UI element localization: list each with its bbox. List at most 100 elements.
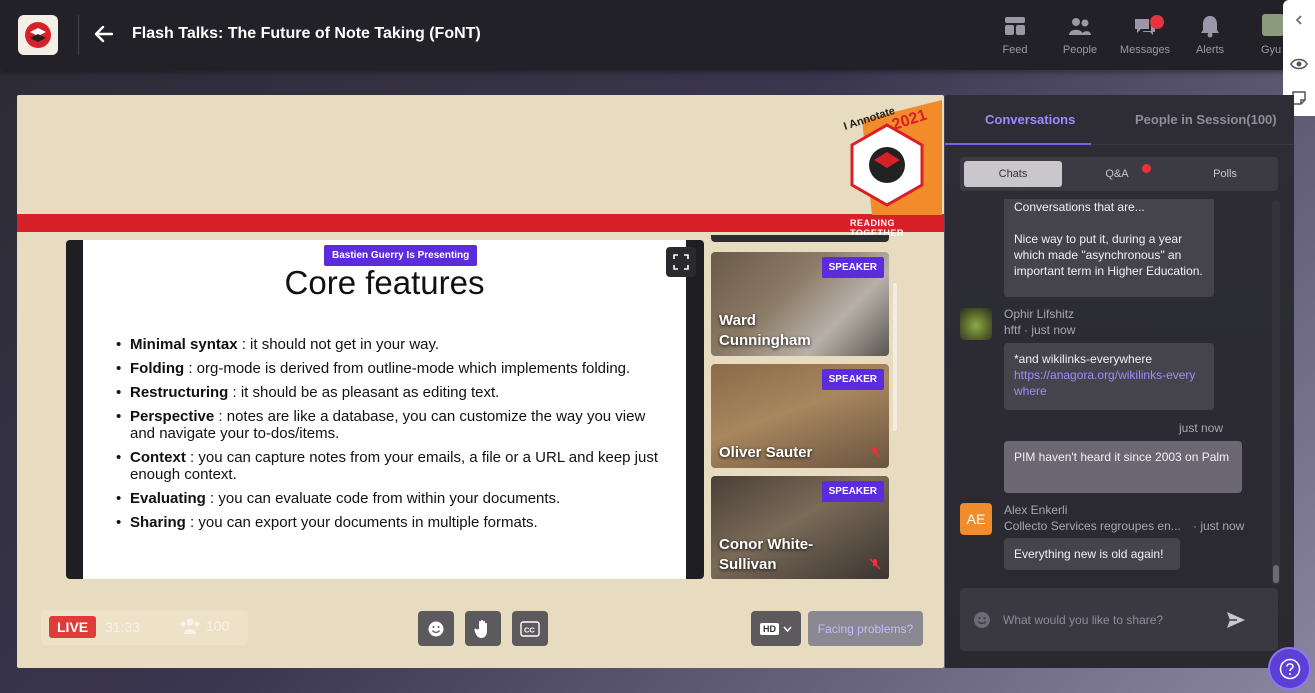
chat-time: · just now — [1193, 519, 1245, 533]
slide-bullet: Restructuring : it should be as pleasant… — [116, 384, 666, 401]
viewers-icon — [180, 618, 200, 634]
messages-notification-dot — [1150, 15, 1164, 29]
bell-icon — [1201, 16, 1219, 38]
tab-people-in-session[interactable]: People in Session(100) — [1135, 112, 1277, 127]
presentation-frame: Bastien Guerry Is Presenting Core featur… — [66, 240, 704, 579]
user-avatar[interactable] — [1262, 14, 1284, 36]
chat-time: just now — [1179, 421, 1224, 435]
slide-bullet: Perspective : notes are like a database,… — [116, 408, 666, 442]
top-bar: Flash Talks: The Future of Note Taking (… — [0, 0, 1315, 70]
tab-conversations[interactable]: Conversations — [985, 112, 1075, 127]
slide-bullet: Context : you can capture notes from you… — [116, 449, 666, 483]
chat-subtabs: Chats Q&A Polls — [960, 157, 1278, 191]
facing-problems-button[interactable]: Facing problems? — [808, 611, 923, 646]
slide-title: Core features — [284, 264, 485, 301]
cc-icon: CC — [520, 620, 540, 637]
captions-button[interactable]: CC — [512, 611, 548, 646]
svg-text:CC: CC — [524, 625, 535, 634]
collapse-button[interactable] — [1283, 4, 1315, 36]
live-timer: 31:33 — [105, 619, 141, 635]
chat-scrollbar[interactable] — [1272, 201, 1280, 585]
page-title: Flash Talks: The Future of Note Taking (… — [132, 25, 481, 42]
people-icon — [1069, 18, 1091, 35]
nav-alerts[interactable]: Alerts — [1180, 12, 1240, 56]
chevron-down-icon — [783, 626, 792, 632]
speaker-card-partial — [711, 235, 889, 242]
chat-meta: hftf · just now — [1004, 323, 1076, 337]
speaker-card[interactable]: SPEAKER Oliver Sauter — [711, 364, 889, 468]
chat-bubble: Conversations that are... Nice way to pu… — [1004, 199, 1214, 297]
quality-select[interactable]: HD — [751, 611, 801, 646]
avatar[interactable] — [960, 308, 992, 340]
tab-active-underline — [945, 143, 1091, 145]
raise-hand-button[interactable] — [465, 611, 501, 646]
app-logo[interactable] — [18, 15, 58, 55]
slide-bullet: Folding : org-mode is derived from outli… — [116, 360, 666, 377]
slide-bullet: Minimal syntax : it should not get in yo… — [116, 336, 666, 353]
speaker-name: Oliver Sauter — [719, 444, 813, 461]
send-icon[interactable] — [1226, 610, 1246, 630]
expand-icon — [673, 254, 689, 270]
fullscreen-button[interactable] — [666, 247, 696, 277]
speaker-badge: SPEAKER — [821, 481, 884, 502]
chat-author: Alex Enkerli — [1004, 503, 1068, 517]
eye-icon — [1290, 58, 1308, 70]
slide-bullets: Minimal syntax : it should not get in yo… — [116, 336, 666, 538]
live-badge: LIVE — [49, 616, 97, 638]
chat-link[interactable]: https://anagora.org/wikilinks-everywhere — [1014, 368, 1195, 398]
speaker-badge: SPEAKER — [821, 257, 884, 278]
chat-bubble: Everything new is old again! — [1004, 538, 1180, 570]
subtab-qa[interactable]: Q&A — [1068, 161, 1166, 187]
nav-alerts-label: Alerts — [1195, 44, 1225, 56]
chat-scrollbar-thumb[interactable] — [1273, 565, 1279, 583]
nav-messages[interactable]: Messages — [1115, 12, 1175, 56]
speaker-badge: SPEAKER — [821, 369, 884, 390]
chat-input[interactable] — [1003, 610, 1223, 630]
smiley-icon — [428, 621, 444, 636]
i-annotate-logo: I Annotate 2021 — [842, 100, 942, 215]
chat-bubble-text: Everything new is old again! — [1014, 547, 1164, 561]
speaker-scrollbar[interactable] — [893, 283, 897, 431]
nav-people[interactable]: People — [1050, 12, 1110, 56]
help-button[interactable] — [1268, 647, 1311, 690]
chat-bubble-text: PIM haven't heard it since 2003 on Palm — [1014, 450, 1230, 464]
feed-icon — [1005, 17, 1025, 35]
speaker-list: SPEAKER Ward Cunningham SPEAKER Oliver Sa… — [711, 235, 889, 579]
mic-off-icon — [869, 446, 881, 458]
quality-value: HD — [760, 622, 779, 635]
chat-bubble-text: Nice way to put it, during a year which … — [1014, 232, 1203, 278]
emoji-button[interactable] — [418, 611, 454, 646]
chat-bubble: *and wikilinks-everywhere https://anagor… — [1004, 343, 1214, 410]
question-icon — [1279, 658, 1300, 679]
hand-icon — [474, 619, 487, 638]
back-button[interactable] — [92, 22, 116, 46]
stage: I Annotate 2021 READING TOGETHER Bastien… — [17, 95, 944, 668]
header-divider — [78, 15, 79, 55]
chat-author: Ophir Lifshitz — [1004, 307, 1075, 321]
slide-bullet: Evaluating : you can evaluate code from … — [116, 490, 666, 507]
chat-sidebar: Conversations People in Session(100) Cha… — [945, 95, 1294, 668]
sidebar-tabs: Conversations People in Session(100) — [945, 95, 1294, 145]
nav-messages-label: Messages — [1119, 44, 1171, 56]
speaker-card[interactable]: SPEAKER Conor White- Sullivan — [711, 476, 889, 579]
mic-off-icon — [869, 558, 881, 570]
chat-bubble-cut-text: Conversations that are... — [1014, 200, 1145, 214]
viewer-count: 100 — [179, 617, 229, 635]
subtab-chats[interactable]: Chats — [964, 161, 1062, 187]
chevron-left-icon — [1295, 15, 1302, 25]
emoji-picker-icon[interactable] — [973, 611, 991, 629]
banner-stripe — [17, 214, 944, 232]
chat-bubble-text: *and wikilinks-everywhere — [1014, 352, 1153, 366]
nav-feed[interactable]: Feed — [985, 12, 1045, 56]
avatar[interactable]: AE — [960, 503, 992, 535]
speaker-name: Conor White- Sullivan — [719, 536, 814, 573]
chat-composer — [960, 588, 1278, 651]
live-status: LIVE 31:33 100 — [41, 610, 248, 645]
speaker-card[interactable]: SPEAKER Ward Cunningham — [711, 252, 889, 356]
presentation-slide: Bastien Guerry Is Presenting Core featur… — [83, 240, 686, 579]
view-button[interactable] — [1283, 48, 1315, 80]
nav-feed-label: Feed — [1002, 44, 1028, 56]
arrow-left-icon — [94, 25, 114, 43]
subtab-polls[interactable]: Polls — [1176, 161, 1274, 187]
logo-icon — [25, 22, 51, 48]
